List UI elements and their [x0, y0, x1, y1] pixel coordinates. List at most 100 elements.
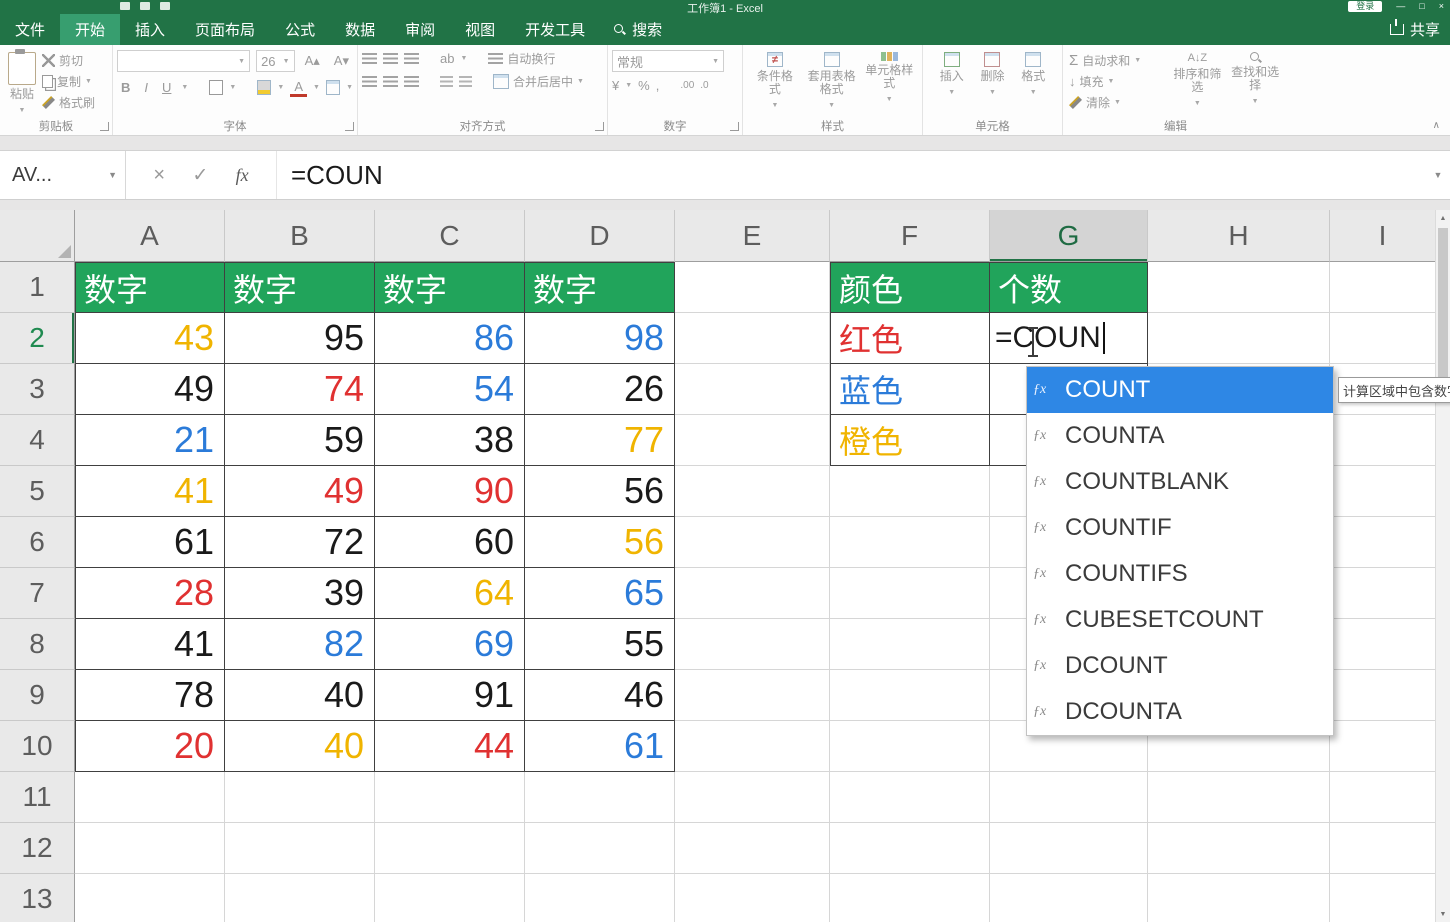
- cell-F3[interactable]: 蓝色: [830, 364, 990, 415]
- column-header-D[interactable]: D: [525, 210, 675, 262]
- cell-H2[interactable]: [1148, 313, 1330, 364]
- ribbon-tab-数据[interactable]: 数据: [330, 14, 390, 45]
- format-painter-button[interactable]: 格式刷: [42, 94, 95, 111]
- cancel-entry-button[interactable]: ×: [153, 164, 165, 187]
- cell-I6[interactable]: [1330, 517, 1436, 568]
- cell-B11[interactable]: [225, 772, 375, 823]
- cell-D11[interactable]: [525, 772, 675, 823]
- font-dialog-launcher[interactable]: [345, 122, 354, 131]
- align-right-icon[interactable]: [404, 76, 419, 87]
- cell-H11[interactable]: [1148, 772, 1330, 823]
- maximize-button[interactable]: □: [1419, 1, 1424, 12]
- row-header-11[interactable]: 11: [0, 772, 75, 823]
- cell-B9[interactable]: 40: [225, 670, 375, 721]
- paste-button[interactable]: 粘贴▼: [4, 50, 40, 119]
- scroll-down-arrow[interactable]: ▼: [1436, 906, 1450, 922]
- fill-color-button[interactable]: [257, 80, 271, 95]
- cell-D12[interactable]: [525, 823, 675, 874]
- cell-H12[interactable]: [1148, 823, 1330, 874]
- name-box-dropdown-icon[interactable]: ▼: [108, 170, 117, 180]
- cell-C4[interactable]: 38: [375, 415, 525, 466]
- cell-I11[interactable]: [1330, 772, 1436, 823]
- cell-E5[interactable]: [675, 466, 830, 517]
- cell-G11[interactable]: [990, 772, 1148, 823]
- font-color-button[interactable]: A: [290, 78, 307, 97]
- column-header-H[interactable]: H: [1148, 210, 1330, 262]
- column-header-G[interactable]: G: [990, 210, 1148, 262]
- cell-F8[interactable]: [830, 619, 990, 670]
- cell-B10[interactable]: 40: [225, 721, 375, 772]
- cell-B1[interactable]: 数字: [225, 262, 375, 313]
- cell-F10[interactable]: [830, 721, 990, 772]
- cell-D2[interactable]: 98: [525, 313, 675, 364]
- cell-G2[interactable]: =COUN: [990, 313, 1148, 364]
- row-header-9[interactable]: 9: [0, 670, 75, 721]
- align-left-icon[interactable]: [362, 76, 377, 87]
- cell-C10[interactable]: 44: [375, 721, 525, 772]
- decrease-indent-icon[interactable]: [440, 76, 453, 87]
- cell-A2[interactable]: 43: [75, 313, 225, 364]
- cell-G1[interactable]: 个数: [990, 262, 1148, 313]
- cell-F12[interactable]: [830, 823, 990, 874]
- cell-F2[interactable]: 红色: [830, 313, 990, 364]
- row-header-7[interactable]: 7: [0, 568, 75, 619]
- conditional-formatting-button[interactable]: ≠ 条件格式▼: [747, 50, 803, 119]
- collapse-ribbon-button[interactable]: ∧: [1433, 120, 1440, 131]
- sort-filter-button[interactable]: A↓Z 排序和筛选▼: [1169, 50, 1227, 119]
- align-middle-icon[interactable]: [383, 53, 398, 64]
- cell-A7[interactable]: 28: [75, 568, 225, 619]
- ribbon-tab-页面布局[interactable]: 页面布局: [180, 14, 270, 45]
- close-button[interactable]: ×: [1439, 1, 1444, 12]
- accounting-format-button[interactable]: ¥: [612, 78, 619, 93]
- cell-F1[interactable]: 颜色: [830, 262, 990, 313]
- autocomplete-item-dcount[interactable]: ƒxDCOUNT: [1027, 643, 1333, 689]
- formula-input[interactable]: =COUN: [277, 151, 1426, 199]
- cell-F11[interactable]: [830, 772, 990, 823]
- ribbon-tab-开始[interactable]: 开始: [60, 14, 120, 45]
- sign-in-button[interactable]: 登录: [1348, 1, 1382, 12]
- row-header-5[interactable]: 5: [0, 466, 75, 517]
- ribbon-tab-文件[interactable]: 文件: [0, 14, 60, 45]
- cell-D10[interactable]: 61: [525, 721, 675, 772]
- cell-A11[interactable]: [75, 772, 225, 823]
- row-header-12[interactable]: 12: [0, 823, 75, 874]
- cell-I4[interactable]: [1330, 415, 1436, 466]
- cell-E12[interactable]: [675, 823, 830, 874]
- cell-B7[interactable]: 39: [225, 568, 375, 619]
- cell-I12[interactable]: [1330, 823, 1436, 874]
- column-header-A[interactable]: A: [75, 210, 225, 262]
- cell-B5[interactable]: 49: [225, 466, 375, 517]
- cell-D13[interactable]: [525, 874, 675, 922]
- delete-cells-button[interactable]: 删除▼: [976, 50, 1008, 119]
- cell-I1[interactable]: [1330, 262, 1436, 313]
- cell-D3[interactable]: 26: [525, 364, 675, 415]
- bold-button[interactable]: B: [117, 79, 134, 96]
- row-header-13[interactable]: 13: [0, 874, 75, 922]
- cell-styles-button[interactable]: 单元格样式▼: [860, 50, 918, 119]
- increase-decimal-button[interactable]: .00: [680, 80, 694, 91]
- font-size-combo[interactable]: 26▼: [256, 50, 295, 72]
- cell-C11[interactable]: [375, 772, 525, 823]
- cell-C8[interactable]: 69: [375, 619, 525, 670]
- cell-E6[interactable]: [675, 517, 830, 568]
- increase-font-button[interactable]: A▴: [301, 52, 324, 70]
- decrease-decimal-button[interactable]: .0: [700, 80, 708, 91]
- column-header-C[interactable]: C: [375, 210, 525, 262]
- cell-E13[interactable]: [675, 874, 830, 922]
- column-header-F[interactable]: F: [830, 210, 990, 262]
- ribbon-tab-审阅[interactable]: 审阅: [390, 14, 450, 45]
- align-top-icon[interactable]: [362, 53, 377, 64]
- name-box[interactable]: AV...▼: [0, 151, 126, 199]
- orientation-button[interactable]: ab: [440, 51, 454, 66]
- scroll-up-arrow[interactable]: ▲: [1436, 210, 1450, 226]
- autocomplete-item-countblank[interactable]: ƒxCOUNTBLANK: [1027, 459, 1333, 505]
- column-header-B[interactable]: B: [225, 210, 375, 262]
- cell-I2[interactable]: [1330, 313, 1436, 364]
- cell-E10[interactable]: [675, 721, 830, 772]
- row-header-6[interactable]: 6: [0, 517, 75, 568]
- cell-F5[interactable]: [830, 466, 990, 517]
- format-cells-button[interactable]: 格式▼: [1017, 50, 1049, 119]
- phonetic-button[interactable]: [326, 80, 340, 95]
- cell-A3[interactable]: 49: [75, 364, 225, 415]
- cell-G13[interactable]: [990, 874, 1148, 922]
